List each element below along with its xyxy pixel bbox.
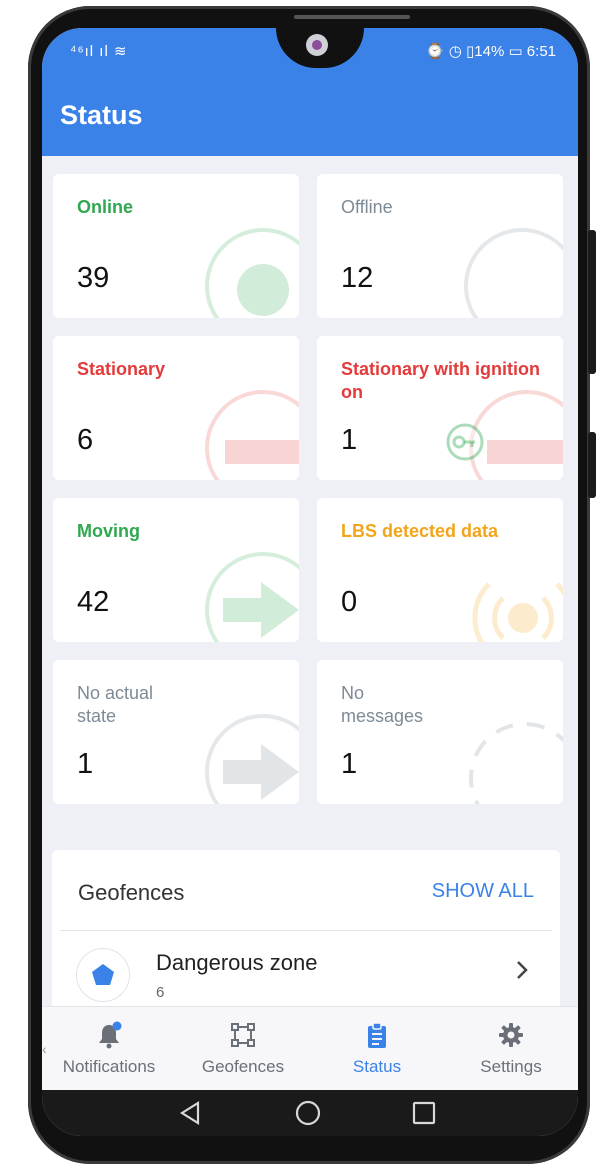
- geofences-title: Geofences: [78, 880, 185, 905]
- nav-label: Notifications: [62, 1057, 156, 1076]
- geofence-avatar: [76, 948, 130, 1002]
- online-status-icon: [205, 228, 299, 318]
- nav-notifications[interactable]: Notifications: [42, 1007, 176, 1091]
- status-card-moving[interactable]: Moving 42: [53, 498, 299, 642]
- status-card-no-messages[interactable]: No messages 1: [317, 660, 563, 804]
- ignition-key-icon: [446, 390, 563, 480]
- status-card-stationary[interactable]: Stationary 6: [53, 336, 299, 480]
- clipboard-icon: [368, 1022, 386, 1048]
- status-card-stationary-ignition[interactable]: Stationary with ignition on 1: [317, 336, 563, 480]
- geofence-name: Dangerous zone: [156, 950, 318, 975]
- geofence-polygon-icon: [231, 1023, 255, 1047]
- chevron-right-icon: [517, 961, 528, 979]
- moving-arrow-icon: [205, 552, 299, 642]
- status-card-lbs[interactable]: LBS detected data 0: [317, 498, 563, 642]
- pentagon-icon: [92, 964, 114, 985]
- nav-label: Settings: [480, 1057, 542, 1076]
- status-right-icons: ⌚ ◷ ▯14% ▭ 6:51: [425, 43, 556, 60]
- system-navigation-bar: [42, 1090, 578, 1136]
- power-button: [588, 432, 596, 498]
- status-content: Online 39 Offline 12 Stationary 6 Statio…: [42, 156, 578, 1006]
- status-card-offline[interactable]: Offline 12: [317, 174, 563, 318]
- divider: [60, 930, 552, 931]
- bell-icon: [99, 1021, 122, 1049]
- screen: ⁴⁶ıl ıl ≋ ⌚ ◷ ▯14% ▭ 6:51 Status Online …: [42, 28, 578, 1136]
- no-state-arrow-icon: [205, 714, 299, 804]
- recents-square-icon[interactable]: [412, 1101, 436, 1125]
- geofences-panel: Geofences SHOW ALL Dangerous zone 6: [52, 850, 560, 1006]
- nav-status[interactable]: Status: [310, 1007, 444, 1091]
- no-messages-icon: [469, 722, 563, 804]
- lbs-signal-icon: [472, 582, 563, 642]
- nav-geofences[interactable]: Geofences: [176, 1007, 310, 1091]
- system-nav-buttons: [179, 1100, 436, 1126]
- status-left-icons: ⁴⁶ıl ıl ≋: [70, 43, 128, 60]
- status-card-no-actual-state[interactable]: No actual state 1: [53, 660, 299, 804]
- geofence-list-item[interactable]: Dangerous zone 6: [52, 932, 560, 1006]
- show-all-button[interactable]: SHOW ALL: [432, 880, 534, 903]
- page-title: Status: [60, 100, 143, 130]
- system-status-bar: ⁴⁶ıl ıl ≋ ⌚ ◷ ▯14% ▭ 6:51: [42, 28, 578, 72]
- volume-button: [588, 230, 596, 374]
- stationary-status-icon: [205, 390, 299, 480]
- offline-status-icon: [464, 228, 563, 318]
- back-triangle-icon[interactable]: [179, 1101, 200, 1125]
- camera-notch: [276, 28, 364, 68]
- status-card-online[interactable]: Online 39: [53, 174, 299, 318]
- nav-settings[interactable]: Settings: [444, 1007, 578, 1091]
- app-bar: Status: [42, 72, 578, 156]
- bottom-navigation: ‹ Notifications Geofences Status Setting…: [42, 1006, 578, 1091]
- gear-icon: [499, 1023, 523, 1047]
- geofence-count: 6: [156, 984, 165, 1001]
- nav-label: Geofences: [201, 1057, 285, 1076]
- camera-icon: [306, 34, 328, 56]
- nav-label: Status: [352, 1057, 402, 1076]
- speaker-slit: [294, 15, 410, 19]
- home-circle-icon[interactable]: [295, 1100, 321, 1126]
